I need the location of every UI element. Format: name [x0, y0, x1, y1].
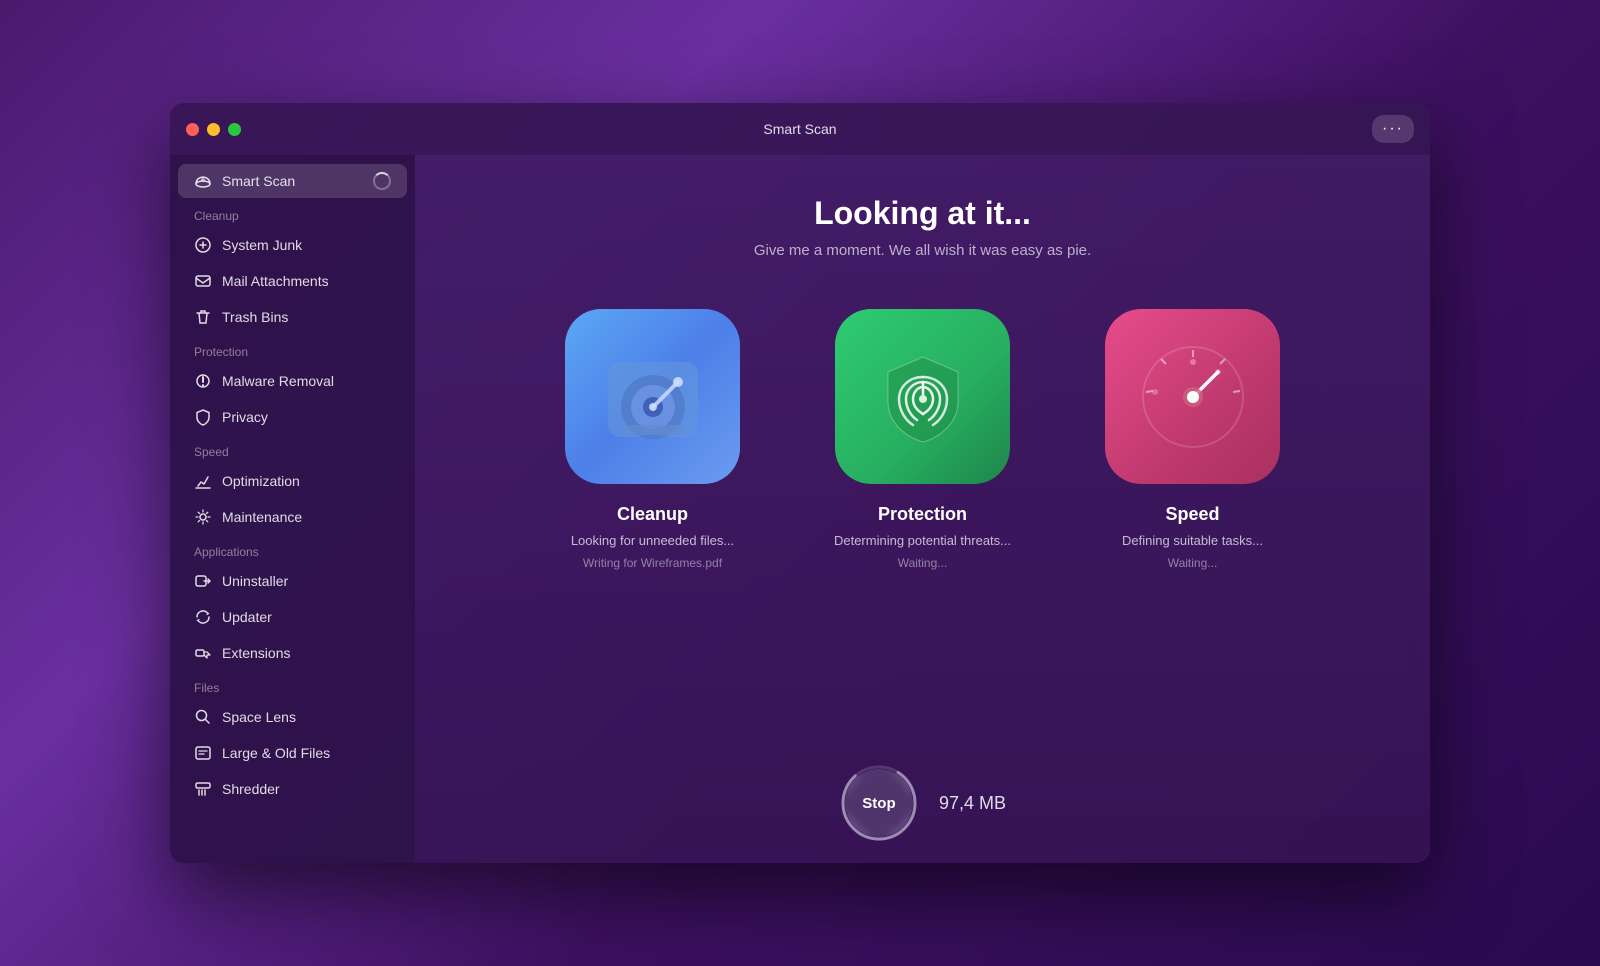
more-button[interactable]: ···	[1372, 115, 1414, 143]
section-label-applications: Applications	[170, 535, 415, 563]
cleanup-card-title: Cleanup	[617, 504, 688, 525]
sidebar-item-optimization[interactable]: Optimization	[178, 464, 407, 498]
cleanup-card-status: Looking for unneeded files...	[571, 533, 734, 548]
main-content: Looking at it... Give me a moment. We al…	[415, 155, 1430, 863]
protection-card-title: Protection	[878, 504, 967, 525]
sidebar-item-malware-removal[interactable]: Malware Removal	[178, 364, 407, 398]
mb-value: 97,4 MB	[939, 793, 1006, 814]
speed-card-icon	[1105, 309, 1280, 484]
shredder-label: Shredder	[222, 781, 280, 797]
uninstaller-icon	[194, 572, 212, 590]
sidebar: Smart Scan Cleanup System Junk Mail Atta…	[170, 155, 415, 863]
mail-icon	[194, 272, 212, 290]
system-junk-label: System Junk	[222, 237, 302, 253]
cleanup-card: Cleanup Looking for unneeded files... Wr…	[538, 309, 768, 570]
maintenance-label: Maintenance	[222, 509, 302, 525]
sidebar-item-system-junk[interactable]: System Junk	[178, 228, 407, 262]
stop-button[interactable]: Stop	[845, 769, 913, 837]
app-window: Smart Scan ··· Smart Scan Cleanup	[170, 103, 1430, 863]
scan-cards: Cleanup Looking for unneeded files... Wr…	[538, 309, 1308, 570]
extensions-label: Extensions	[222, 645, 290, 661]
minimize-button[interactable]	[207, 123, 220, 136]
trash-bins-label: Trash Bins	[222, 309, 288, 325]
sidebar-item-uninstaller[interactable]: Uninstaller	[178, 564, 407, 598]
sidebar-item-large-old-files[interactable]: Large & Old Files	[178, 736, 407, 770]
speed-card-status: Defining suitable tasks...	[1122, 533, 1263, 548]
maintenance-icon	[194, 508, 212, 526]
protection-card-icon	[835, 309, 1010, 484]
titlebar: Smart Scan ···	[170, 103, 1430, 155]
trash-icon	[194, 308, 212, 326]
smart-scan-icon	[194, 172, 212, 190]
cleanup-card-icon	[565, 309, 740, 484]
protection-card: Protection Determining potential threats…	[808, 309, 1038, 570]
privacy-label: Privacy	[222, 409, 268, 425]
sidebar-item-space-lens[interactable]: Space Lens	[178, 700, 407, 734]
sidebar-item-smart-scan[interactable]: Smart Scan	[178, 164, 407, 198]
malware-icon	[194, 372, 212, 390]
privacy-icon	[194, 408, 212, 426]
protection-card-status: Determining potential threats...	[834, 533, 1011, 548]
sidebar-item-shredder[interactable]: Shredder	[178, 772, 407, 806]
shredder-icon	[194, 780, 212, 798]
traffic-lights	[186, 123, 241, 136]
speed-card: Speed Defining suitable tasks... Waiting…	[1078, 309, 1308, 570]
section-label-files: Files	[170, 671, 415, 699]
uninstaller-label: Uninstaller	[222, 573, 288, 589]
large-old-files-label: Large & Old Files	[222, 745, 330, 761]
sidebar-item-mail-attachments[interactable]: Mail Attachments	[178, 264, 407, 298]
section-label-protection: Protection	[170, 335, 415, 363]
main-heading: Looking at it...	[814, 195, 1031, 232]
speed-card-sub-status: Waiting...	[1168, 556, 1218, 570]
malware-removal-label: Malware Removal	[222, 373, 334, 389]
window-title: Smart Scan	[763, 121, 836, 137]
sidebar-item-privacy[interactable]: Privacy	[178, 400, 407, 434]
sidebar-item-maintenance[interactable]: Maintenance	[178, 500, 407, 534]
stop-button-wrap: Stop	[839, 763, 919, 843]
loading-spinner	[373, 172, 391, 190]
close-button[interactable]	[186, 123, 199, 136]
updater-label: Updater	[222, 609, 272, 625]
optimization-label: Optimization	[222, 473, 300, 489]
system-junk-icon	[194, 236, 212, 254]
space-lens-icon	[194, 708, 212, 726]
cleanup-card-sub-status: Writing for Wireframes.pdf	[583, 556, 722, 570]
optimization-icon	[194, 472, 212, 490]
speedometer-icon	[1133, 337, 1253, 457]
large-files-icon	[194, 744, 212, 762]
maximize-button[interactable]	[228, 123, 241, 136]
mail-attachments-label: Mail Attachments	[222, 273, 329, 289]
disk-icon	[593, 337, 713, 457]
updater-icon	[194, 608, 212, 626]
sidebar-item-trash-bins[interactable]: Trash Bins	[178, 300, 407, 334]
speed-card-title: Speed	[1165, 504, 1219, 525]
section-label-speed: Speed	[170, 435, 415, 463]
stop-area: Stop 97,4 MB	[839, 763, 1006, 843]
section-label-cleanup: Cleanup	[170, 199, 415, 227]
fingerprint-icon	[873, 347, 973, 447]
main-subtitle: Give me a moment. We all wish it was eas…	[754, 242, 1091, 259]
space-lens-label: Space Lens	[222, 709, 296, 725]
sidebar-item-extensions[interactable]: Extensions	[178, 636, 407, 670]
extensions-icon	[194, 644, 212, 662]
sidebar-item-updater[interactable]: Updater	[178, 600, 407, 634]
smart-scan-label: Smart Scan	[222, 173, 295, 189]
content-area: Smart Scan Cleanup System Junk Mail Atta…	[170, 155, 1430, 863]
protection-card-sub-status: Waiting...	[898, 556, 948, 570]
